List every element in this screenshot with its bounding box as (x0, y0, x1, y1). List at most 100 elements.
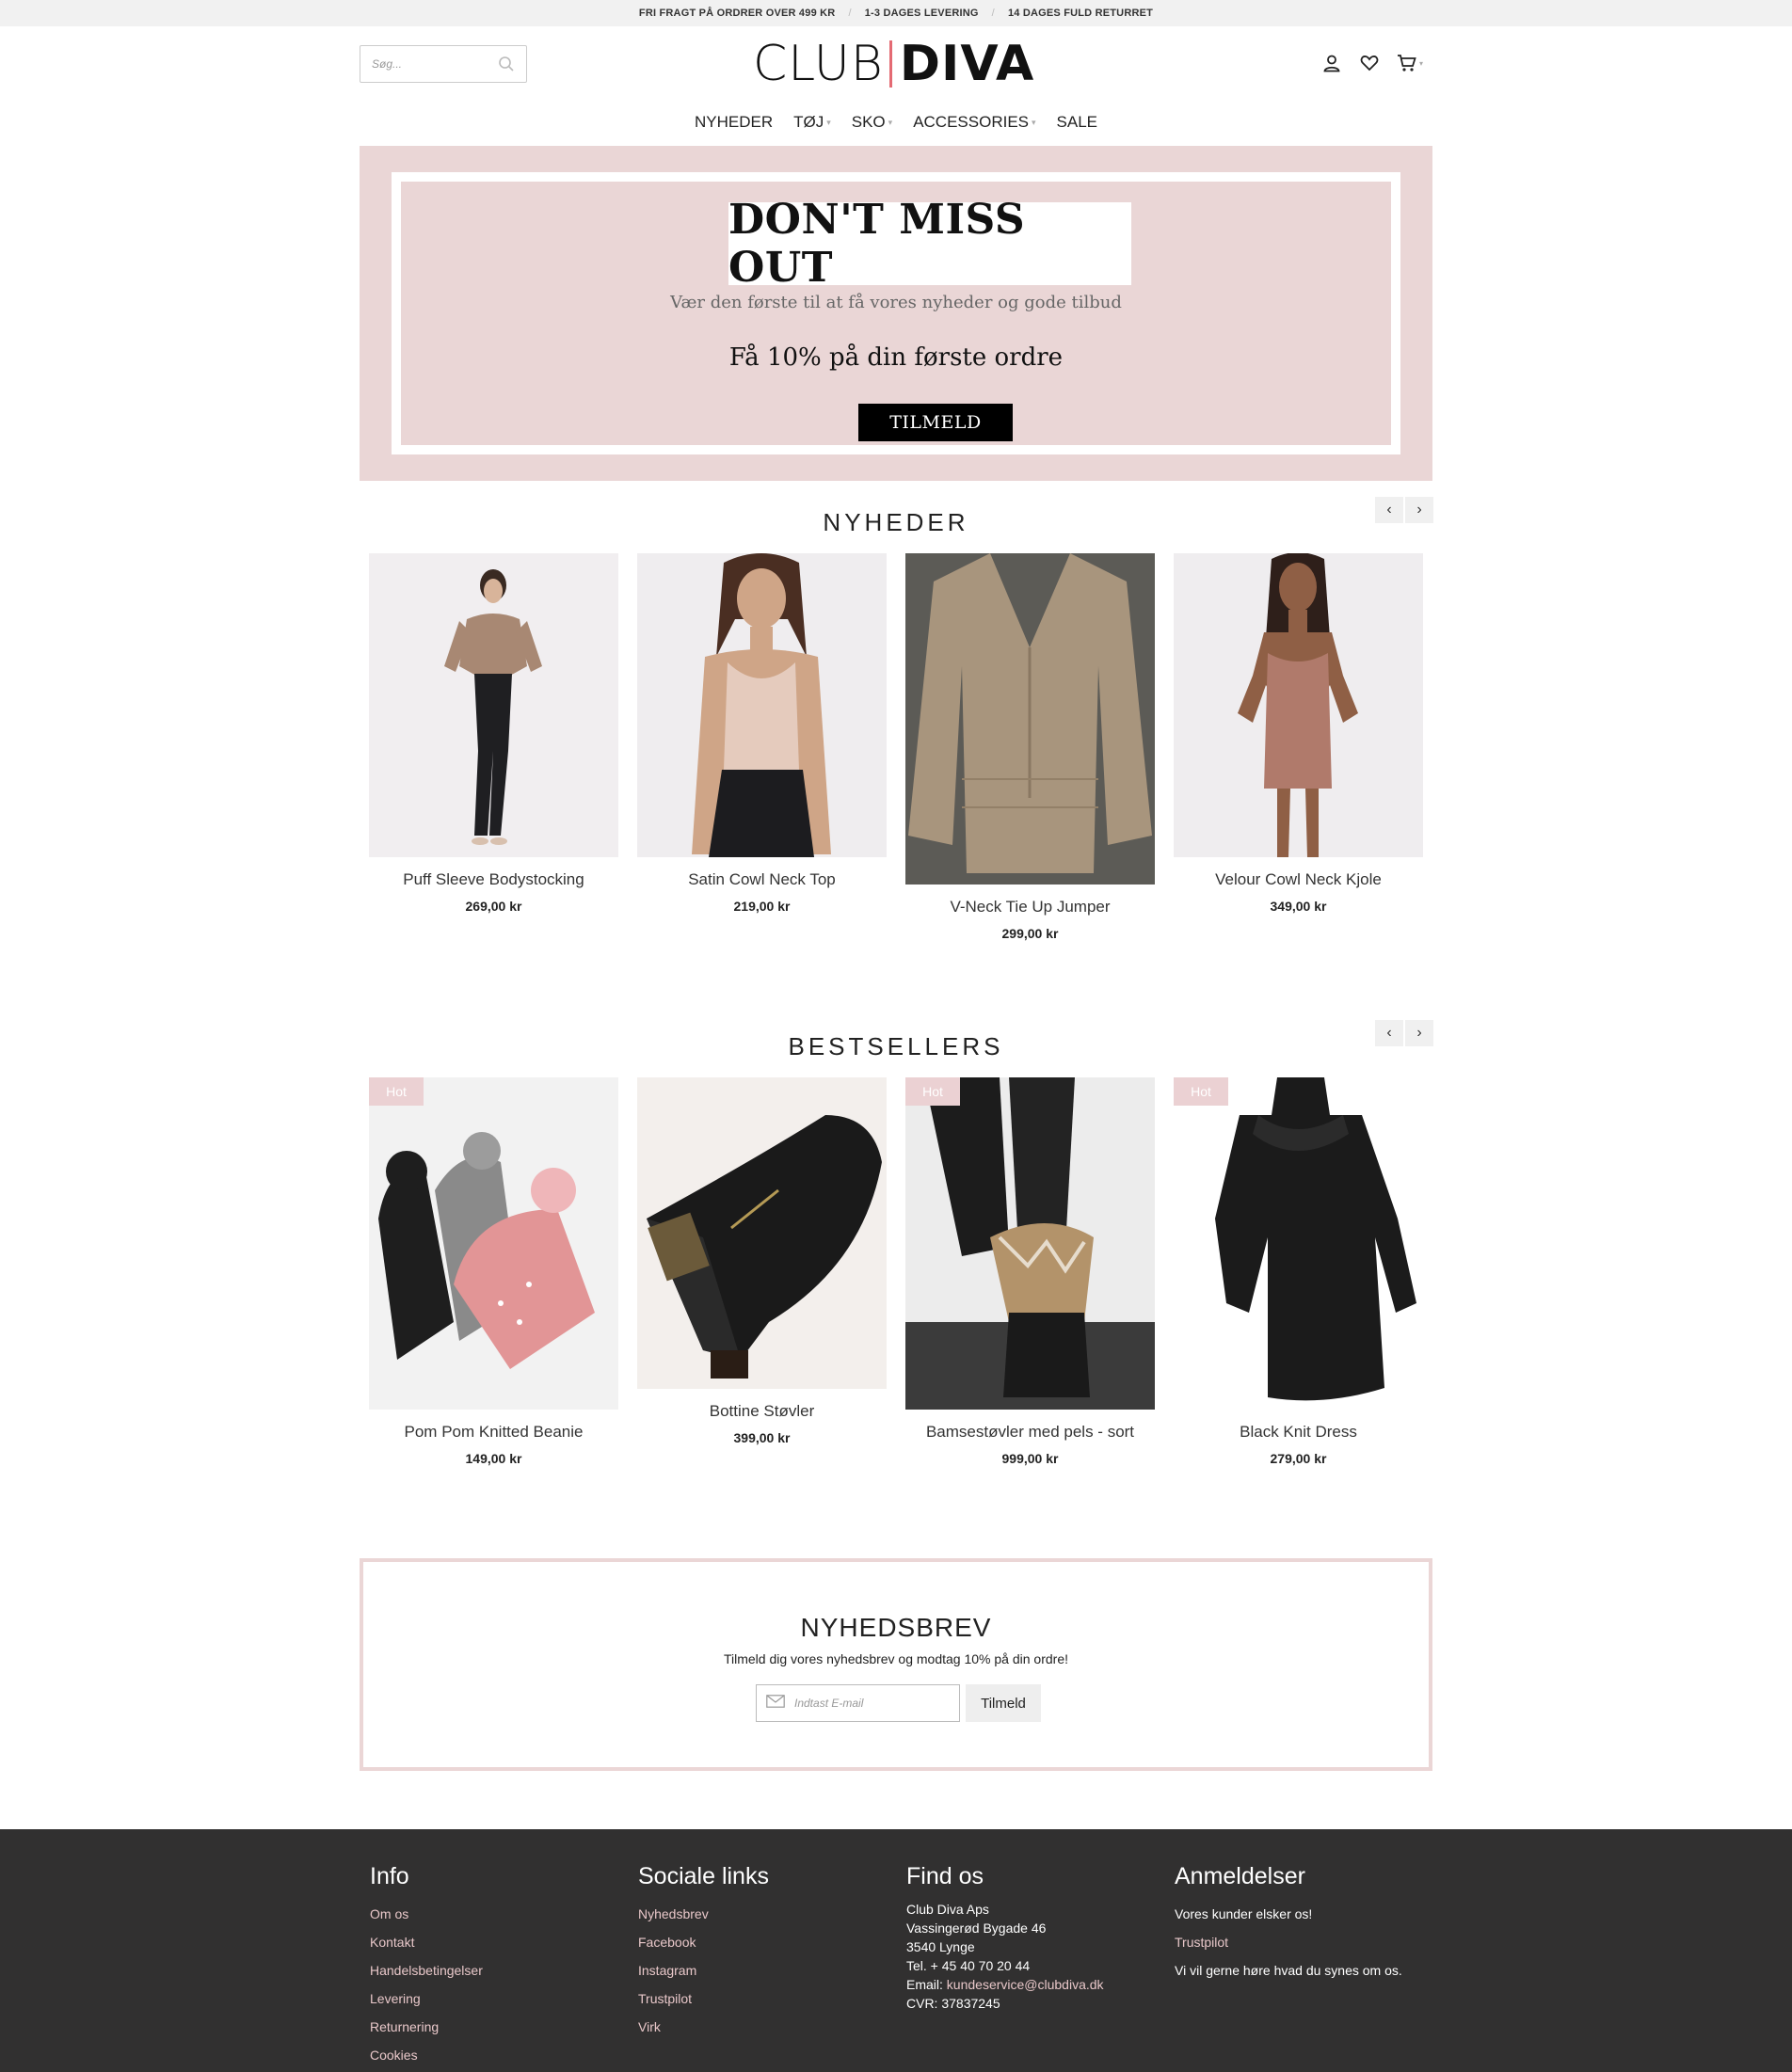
site-logo[interactable]: CLUB DIVA (753, 36, 1034, 92)
product-name[interactable]: Velour Cowl Neck Kjole (1174, 870, 1423, 889)
nav-item-accessories[interactable]: ACCESSORIES ▾ (913, 113, 1035, 132)
nav-label: NYHEDER (694, 113, 774, 131)
chevron-down-icon: ▾ (826, 117, 831, 127)
promo-offer: Få 10% på din første ordre (728, 343, 1064, 372)
footer-email-label: Email: (906, 1977, 947, 1992)
product-card[interactable]: Satin Cowl Neck Top 219,00 kr (637, 553, 887, 914)
product-image[interactable]: Hot (905, 1077, 1155, 1410)
announcement-separator: / (848, 8, 852, 19)
product-card[interactable]: Bottine Støvler 399,00 kr (637, 1077, 887, 1445)
search-placeholder: Søg... (372, 57, 403, 71)
product-price: 299,00 kr (1001, 926, 1059, 941)
announcement-bar: FRI FRAGT PÅ ORDRER OVER 499 KR / 1-3 DA… (0, 0, 1792, 26)
footer-link-om-os[interactable]: Om os (370, 1900, 483, 1928)
footer-email-link[interactable]: kundeservice@clubdiva.dk (947, 1977, 1104, 1992)
nav-item-sale[interactable]: SALE (1057, 113, 1097, 132)
product-image[interactable] (369, 553, 618, 857)
search-input[interactable]: Søg... (360, 45, 527, 83)
product-card[interactable]: Hot Pom Pom Knitted Beanie 149,00 kr (369, 1077, 618, 1466)
product-name[interactable]: Bottine Støvler (637, 1402, 887, 1421)
product-name[interactable]: Satin Cowl Neck Top (637, 870, 887, 889)
footer-link-kontakt[interactable]: Kontakt (370, 1928, 483, 1956)
footer-city: 3540 Lynge (906, 1939, 975, 1954)
chevron-down-icon: ▾ (888, 117, 893, 127)
footer-link-trustpilot[interactable]: Trustpilot (638, 1984, 769, 2013)
nav-label: ACCESSORIES (913, 113, 1029, 131)
product-name[interactable]: V-Neck Tie Up Jumper (905, 898, 1155, 916)
newsletter-email-placeholder: Indtast E-mail (794, 1697, 864, 1710)
footer-find-column: Find os Club Diva Aps Vassingerød Bygade… (906, 1863, 1104, 2013)
footer-reviews-line2: Vi vil gerne høre hvad du synes om os. (1175, 1963, 1402, 1978)
product-card[interactable]: Puff Sleeve Bodystocking 269,00 kr (369, 553, 618, 914)
cart-icon[interactable] (1397, 53, 1417, 73)
footer-link-returnering[interactable]: Returnering (370, 2013, 483, 2041)
promo-subtitle: Vær den første til at få vores nyheder o… (670, 293, 1122, 312)
carousel-controls-nyheder: ‹ › (1375, 497, 1433, 523)
product-image[interactable]: Hot (1174, 1077, 1423, 1410)
site-footer: Info Om os Kontakt Handelsbetingelser Le… (0, 1829, 1792, 2072)
product-name[interactable]: Bamsestøvler med pels - sort (905, 1423, 1155, 1442)
product-image[interactable]: Hot (369, 1077, 618, 1410)
product-name[interactable]: Pom Pom Knitted Beanie (369, 1423, 618, 1442)
carousel-controls-bestsellers: ‹ › (1375, 1020, 1433, 1046)
product-price: 219,00 kr (733, 899, 791, 914)
nav-item-nyheder[interactable]: NYHEDER (695, 113, 773, 132)
footer-find-title: Find os (906, 1863, 984, 1889)
envelope-icon (766, 1694, 785, 1713)
product-card[interactable]: Velour Cowl Neck Kjole 349,00 kr (1174, 553, 1423, 914)
announcement-free-shipping: FRI FRAGT PÅ ORDRER OVER 499 KR (638, 8, 836, 19)
product-image[interactable] (637, 1077, 887, 1389)
footer-link-levering[interactable]: Levering (370, 1984, 483, 2013)
promo-frame: DON'T MISS OUT Vær den første til at få … (392, 172, 1400, 454)
product-name[interactable]: Black Knit Dress (1174, 1423, 1423, 1442)
footer-link-instagram[interactable]: Instagram (638, 1956, 769, 1984)
user-icon[interactable] (1321, 53, 1342, 73)
footer-company: Club Diva Aps (906, 1902, 989, 1917)
announcement-delivery: 1-3 DAGES LEVERING (864, 8, 979, 19)
newsletter-email-input[interactable]: Indtast E-mail (756, 1684, 960, 1722)
product-price: 349,00 kr (1270, 899, 1327, 914)
carousel-next-button[interactable]: › (1405, 1020, 1433, 1046)
footer-link-trustpilot-reviews[interactable]: Trustpilot (1175, 1928, 1402, 1956)
main-navigation: NYHEDER TØJ ▾ SKO ▾ ACCESSORIES ▾ SALE (0, 113, 1792, 132)
hot-badge: Hot (369, 1077, 424, 1106)
promo-signup-button[interactable]: TILMELD (858, 404, 1013, 441)
announcement-returns: 14 DAGES FULD RETURRET (1007, 8, 1154, 19)
product-price: 399,00 kr (733, 1430, 791, 1445)
product-image[interactable] (637, 553, 887, 857)
carousel-prev-button[interactable]: ‹ (1375, 1020, 1403, 1046)
footer-street: Vassingerød Bygade 46 (906, 1921, 1047, 1936)
promo-title-box: DON'T MISS OUT (728, 196, 1131, 292)
nav-label: TØJ (793, 113, 824, 131)
footer-email-row: Email: kundeservice@clubdiva.dk (906, 1975, 1104, 1994)
product-image[interactable] (905, 553, 1155, 885)
header-actions: ▾ (1321, 53, 1423, 73)
footer-info-column: Info Om os Kontakt Handelsbetingelser Le… (370, 1863, 483, 2069)
footer-reviews-title: Anmeldelser (1175, 1863, 1305, 1889)
newsletter-submit-button[interactable]: Tilmeld (966, 1684, 1041, 1722)
product-image[interactable] (1174, 553, 1423, 857)
product-card[interactable]: V-Neck Tie Up Jumper 299,00 kr (905, 553, 1155, 941)
newsletter-subtitle: Tilmeld dig vores nyhedsbrev og modtag 1… (723, 1651, 1069, 1666)
footer-link-handelsbetingelser[interactable]: Handelsbetingelser (370, 1956, 483, 1984)
product-price: 149,00 kr (465, 1451, 522, 1466)
product-card[interactable]: Hot Bamsestøvler med pels - sort 999,00 … (905, 1077, 1155, 1466)
footer-link-cookies[interactable]: Cookies (370, 2041, 483, 2069)
nav-item-toj[interactable]: TØJ ▾ (793, 113, 831, 132)
newsletter-box: NYHEDSBREV Tilmeld dig vores nyhedsbrev … (360, 1558, 1432, 1771)
carousel-next-button[interactable]: › (1405, 497, 1433, 523)
footer-link-virk[interactable]: Virk (638, 2013, 769, 2041)
carousel-prev-button[interactable]: ‹ (1375, 497, 1403, 523)
nav-item-sko[interactable]: SKO ▾ (852, 113, 892, 132)
hot-badge: Hot (905, 1077, 960, 1106)
search-icon[interactable] (498, 56, 515, 72)
promo-title: DON'T MISS OUT (728, 196, 1026, 292)
footer-link-facebook[interactable]: Facebook (638, 1928, 769, 1956)
logo-club: CLUB (753, 36, 884, 92)
announcement-separator: / (991, 8, 995, 19)
product-card[interactable]: Hot Black Knit Dress 279,00 kr (1174, 1077, 1423, 1466)
product-name[interactable]: Puff Sleeve Bodystocking (369, 870, 618, 889)
heart-icon[interactable] (1359, 53, 1380, 73)
nav-label: SALE (1056, 113, 1098, 131)
footer-link-nyhedsbrev[interactable]: Nyhedsbrev (638, 1900, 769, 1928)
